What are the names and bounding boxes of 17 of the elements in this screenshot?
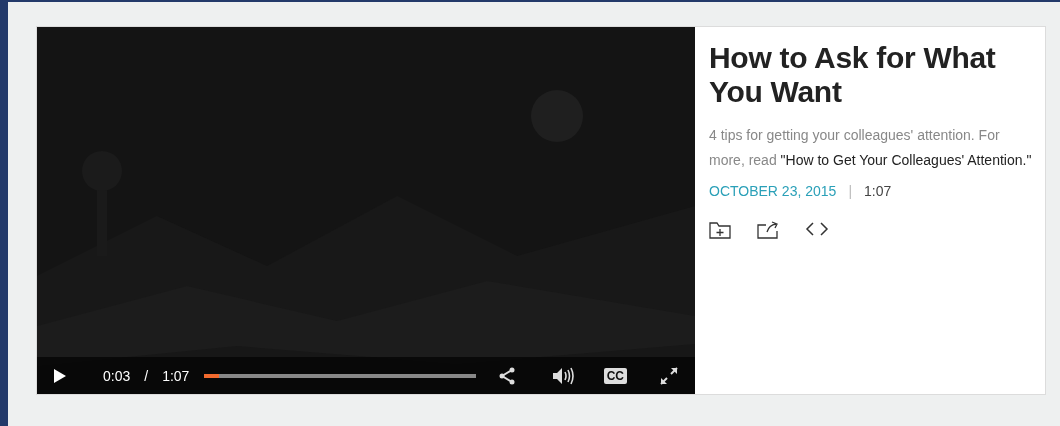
captions-button[interactable]: CC	[603, 367, 627, 384]
play-button[interactable]	[53, 367, 67, 384]
volume-button[interactable]	[551, 366, 574, 385]
progress-bar[interactable]	[204, 373, 476, 378]
publish-date: OCTOBER 23, 2015	[709, 183, 837, 199]
fullscreen-button[interactable]	[659, 365, 679, 386]
article-link[interactable]: "How to Get Your Colleagues' Attention."	[780, 152, 1032, 168]
share-button[interactable]	[497, 366, 516, 385]
share-button[interactable]	[757, 221, 779, 239]
video-length: 1:07	[864, 183, 892, 199]
save-to-folder-button[interactable]	[709, 221, 731, 239]
current-time: 0:03	[103, 367, 131, 384]
meta-separator: |	[848, 183, 852, 199]
video-title: How to Ask for What You Want	[709, 41, 997, 109]
video-duration: 1:07	[162, 367, 190, 384]
video-description: 4 tips for getting your colleagues' attention. For more, read "How to Get Your Colleagues' Attention."	[709, 126, 1033, 170]
time-separator: /	[144, 367, 149, 384]
